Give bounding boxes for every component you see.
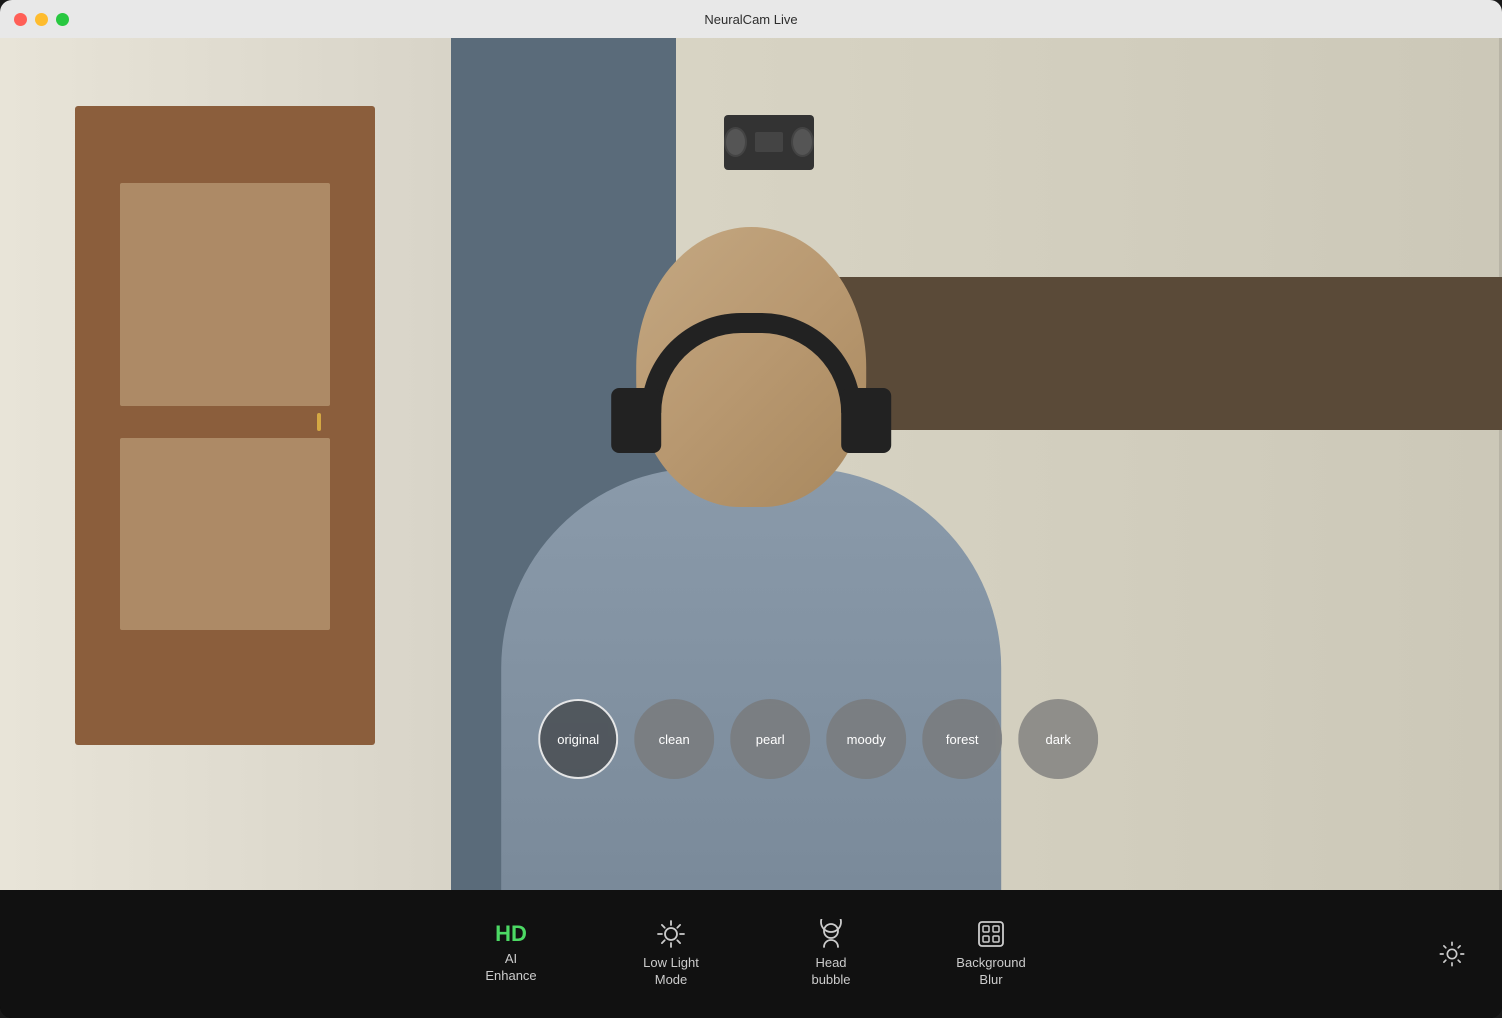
headphone-cup-left xyxy=(611,388,661,453)
filter-bubble-clean[interactable]: clean xyxy=(634,699,714,779)
camera-view: originalcleanpearlmoodyforestdark xyxy=(0,38,1502,890)
head-bubble-button[interactable]: Headbubble xyxy=(751,890,911,1018)
minimize-button[interactable] xyxy=(35,13,48,26)
filter-bubble-moody[interactable]: moody xyxy=(826,699,906,779)
traffic-lights xyxy=(14,13,69,26)
filter-bubble-dark[interactable]: dark xyxy=(1018,699,1098,779)
ai-enhance-label: AIEnhance xyxy=(485,951,536,985)
hd-label: HD xyxy=(495,923,527,945)
gear-icon xyxy=(1438,940,1466,968)
app-window: NeuralCam Live xyxy=(0,0,1502,1018)
headphones xyxy=(611,313,891,453)
titlebar: NeuralCam Live xyxy=(0,0,1502,38)
toolbar: HD AIEnhance Low LightMode xyxy=(0,890,1502,1018)
low-light-label: Low LightMode xyxy=(643,955,699,989)
maximize-button[interactable] xyxy=(56,13,69,26)
settings-button[interactable] xyxy=(1422,940,1482,968)
background-blur-button[interactable]: BackgroundBlur xyxy=(911,890,1071,1018)
headphone-cup-right xyxy=(841,388,891,453)
background-blur-icon xyxy=(976,919,1006,949)
background-blur-label: BackgroundBlur xyxy=(956,955,1025,989)
ai-enhance-button[interactable]: HD AIEnhance xyxy=(431,890,591,1018)
main-content: originalcleanpearlmoodyforestdark HD AIE… xyxy=(0,38,1502,1018)
person-body xyxy=(501,468,1001,890)
window-title: NeuralCam Live xyxy=(704,12,797,27)
low-light-mode-button[interactable]: Low LightMode xyxy=(591,890,751,1018)
headphone-band xyxy=(641,313,861,413)
head-bubble-label: Headbubble xyxy=(811,955,850,989)
filter-row: originalcleanpearlmoodyforestdark xyxy=(538,699,1098,779)
filter-bubble-original[interactable]: original xyxy=(538,699,618,779)
close-button[interactable] xyxy=(14,13,27,26)
head-bubble-icon xyxy=(816,919,846,949)
filter-bubble-forest[interactable]: forest xyxy=(922,699,1002,779)
filter-bubble-pearl[interactable]: pearl xyxy=(730,699,810,779)
low-light-icon xyxy=(656,919,686,949)
settings-area xyxy=(1422,940,1482,968)
